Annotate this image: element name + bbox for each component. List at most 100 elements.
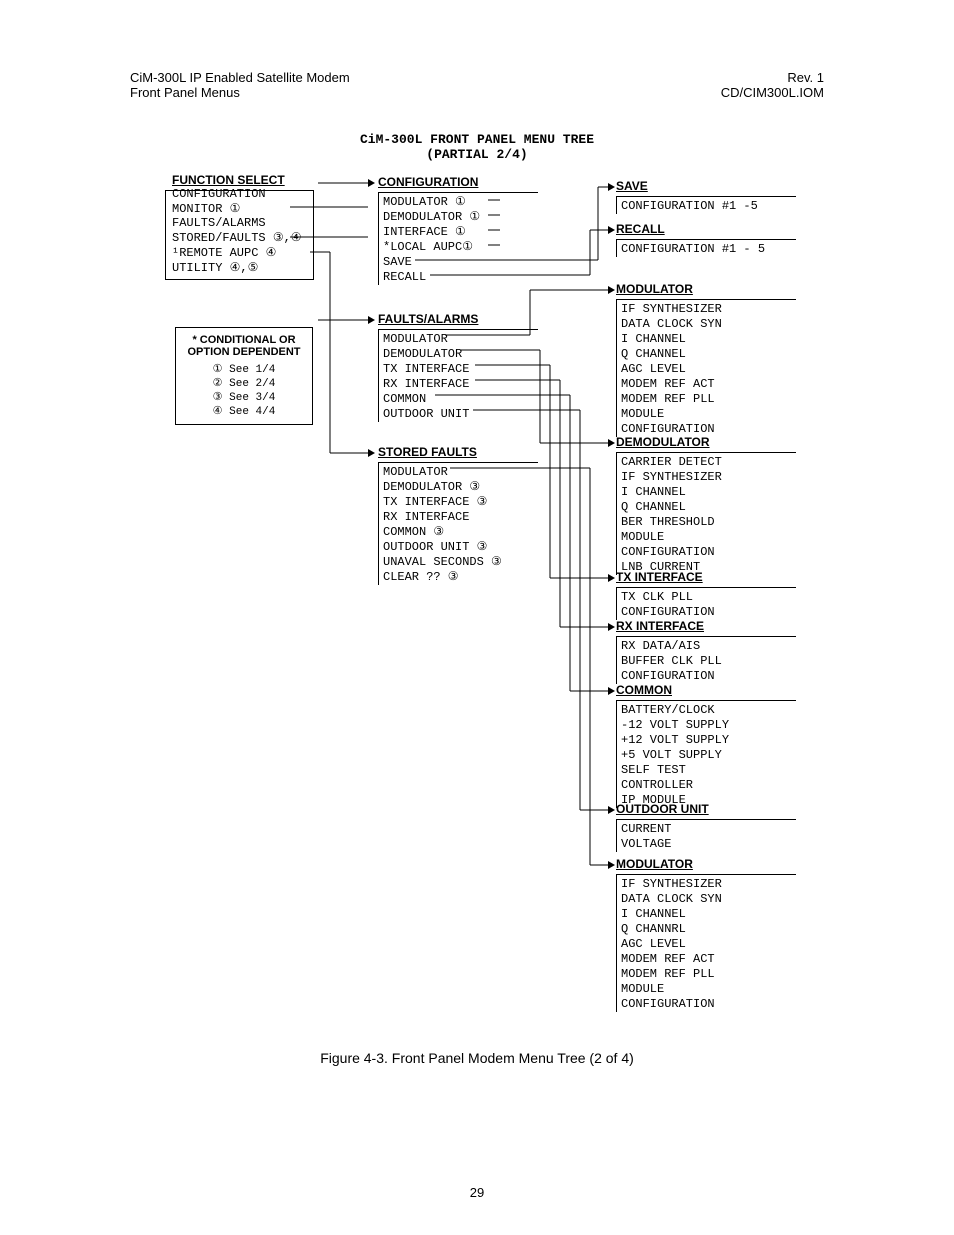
list-item: SELF TEST: [621, 763, 796, 778]
header-left-line1: CiM-300L IP Enabled Satellite Modem: [130, 70, 350, 85]
list-item: Q CHANNEL: [621, 347, 796, 362]
page-header: CiM-300L IP Enabled Satellite Modem Fron…: [130, 70, 824, 100]
configuration-section: CONFIGURATION MODULATOR ① DEMODULATOR ① …: [378, 175, 538, 285]
list-item: OUTDOOR UNIT ③: [383, 540, 538, 555]
list-item: +5 VOLT SUPPLY: [621, 748, 796, 763]
list-item: MODEM REF PLL: [621, 967, 796, 982]
legend-box: * CONDITIONAL OR OPTION DEPENDENT ① See …: [175, 327, 313, 425]
list-item: SAVE: [383, 255, 538, 270]
save-heading: SAVE: [616, 179, 796, 193]
list-item: MODULATOR: [383, 465, 538, 480]
list-item: MODULE: [621, 530, 796, 545]
list-item: CONFIGURATION: [621, 545, 796, 560]
arrow-icon: [608, 574, 615, 582]
list-item: I CHANNEL: [621, 332, 796, 347]
list-item: CONFIGURATION: [621, 997, 796, 1012]
faults-alarms-heading: FAULTS/ALARMS: [378, 312, 538, 326]
diagram-title: CiM-300L FRONT PANEL MENU TREE (PARTIAL …: [0, 132, 954, 162]
rx-interface-section: RX INTERFACE RX DATA/AIS BUFFER CLK PLL …: [616, 619, 796, 684]
arrow-icon: [608, 687, 615, 695]
list-item: RX DATA/AIS: [621, 639, 796, 654]
stored-faults-section: STORED FAULTS MODULATOR DEMODULATOR ③ TX…: [378, 445, 538, 585]
list-item: DATA CLOCK SYN: [621, 892, 796, 907]
list-item: UNAVAL SECONDS ③: [383, 555, 538, 570]
arrow-icon: [608, 439, 615, 447]
arrow-icon: [608, 183, 615, 191]
list-item: STORED/FAULTS ③,④: [172, 230, 307, 245]
header-right-line1: Rev. 1: [721, 70, 824, 85]
list-item: IF SYNTHESIZER: [621, 302, 796, 317]
demodulator-heading: DEMODULATOR: [616, 435, 796, 449]
list-item: INTERFACE ①: [383, 225, 538, 240]
recall-heading: RECALL: [616, 222, 796, 236]
modulator-section-2: MODULATOR IF SYNTHESIZER DATA CLOCK SYN …: [616, 857, 796, 1012]
list-item: CONFIGURATION: [172, 187, 307, 201]
list-item: TX CLK PLL: [621, 590, 796, 605]
header-right-line2: CD/CIM300L.IOM: [721, 85, 824, 100]
list-item: RECALL: [383, 270, 538, 285]
list-item: TX INTERFACE ③: [383, 495, 538, 510]
demodulator-section: DEMODULATOR CARRIER DETECT IF SYNTHESIZE…: [616, 435, 796, 575]
list-item: OUTDOOR UNIT: [383, 407, 538, 422]
list-item: RX INTERFACE: [383, 510, 538, 525]
list-item: CONTROLLER: [621, 778, 796, 793]
list-item: CONFIGURATION #1 -5: [621, 199, 796, 214]
list-item: UTILITY ④,⑤: [172, 260, 307, 275]
list-item: ③ See 3/4: [184, 390, 304, 404]
list-item: I CHANNEL: [621, 907, 796, 922]
list-item: CONFIGURATION: [621, 605, 796, 620]
faults-alarms-section: FAULTS/ALARMS MODULATOR DEMODULATOR TX I…: [378, 312, 538, 422]
function-select-heading: FUNCTION SELECT: [172, 173, 307, 187]
list-item: MODEM REF ACT: [621, 377, 796, 392]
arrow-icon: [368, 179, 375, 187]
list-item: BER THRESHOLD: [621, 515, 796, 530]
list-item: CARRIER DETECT: [621, 455, 796, 470]
rx-interface-heading: RX INTERFACE: [616, 619, 796, 633]
stored-faults-heading: STORED FAULTS: [378, 445, 538, 459]
list-item: COMMON ③: [383, 525, 538, 540]
list-item: Q CHANNEL: [621, 500, 796, 515]
list-item: MODULATOR ①: [383, 195, 538, 210]
modulator-heading-2: MODULATOR: [616, 857, 796, 871]
legend-heading: * CONDITIONAL OR OPTION DEPENDENT: [184, 334, 304, 358]
outdoor-unit-heading: OUTDOOR UNIT: [616, 802, 796, 816]
list-item: CURRENT: [621, 822, 796, 837]
list-item: DEMODULATOR: [383, 347, 538, 362]
list-item: MODULATOR: [383, 332, 538, 347]
list-item: ¹REMOTE AUPC ④: [172, 245, 307, 260]
configuration-heading: CONFIGURATION: [378, 175, 538, 189]
common-section: COMMON BATTERY/CLOCK -12 VOLT SUPPLY +12…: [616, 683, 796, 808]
save-section: SAVE CONFIGURATION #1 -5: [616, 179, 796, 214]
header-left-line2: Front Panel Menus: [130, 85, 350, 100]
list-item: *LOCAL AUPC①: [383, 240, 538, 255]
list-item: Q CHANNRL: [621, 922, 796, 937]
list-item: MONITOR ①: [172, 201, 307, 216]
modulator-heading: MODULATOR: [616, 282, 796, 296]
list-item: CONFIGURATION: [621, 669, 796, 684]
list-item: ④ See 4/4: [184, 404, 304, 418]
tx-interface-heading: TX INTERFACE: [616, 570, 796, 584]
list-item: MODULE: [621, 407, 796, 422]
tx-interface-section: TX INTERFACE TX CLK PLL CONFIGURATION: [616, 570, 796, 620]
list-item: COMMON: [383, 392, 538, 407]
list-item: IF SYNTHESIZER: [621, 470, 796, 485]
list-item: DEMODULATOR ①: [383, 210, 538, 225]
connector-lines: [0, 175, 954, 995]
list-item: ① See 1/4: [184, 362, 304, 376]
list-item: FAULTS/ALARMS: [172, 216, 307, 230]
list-item: DEMODULATOR ③: [383, 480, 538, 495]
list-item: CLEAR ?? ③: [383, 570, 538, 585]
list-item: CONFIGURATION #1 - 5: [621, 242, 796, 257]
list-item: VOLTAGE: [621, 837, 796, 852]
list-item: BATTERY/CLOCK: [621, 703, 796, 718]
list-item: AGC LEVEL: [621, 937, 796, 952]
recall-section: RECALL CONFIGURATION #1 - 5: [616, 222, 796, 257]
list-item: MODEM REF PLL: [621, 392, 796, 407]
list-item: ② See 2/4: [184, 376, 304, 390]
arrow-icon: [608, 623, 615, 631]
list-item: RX INTERFACE: [383, 377, 538, 392]
list-item: TX INTERFACE: [383, 362, 538, 377]
arrow-icon: [368, 449, 375, 457]
list-item: MODULE: [621, 982, 796, 997]
arrow-icon: [608, 286, 615, 294]
